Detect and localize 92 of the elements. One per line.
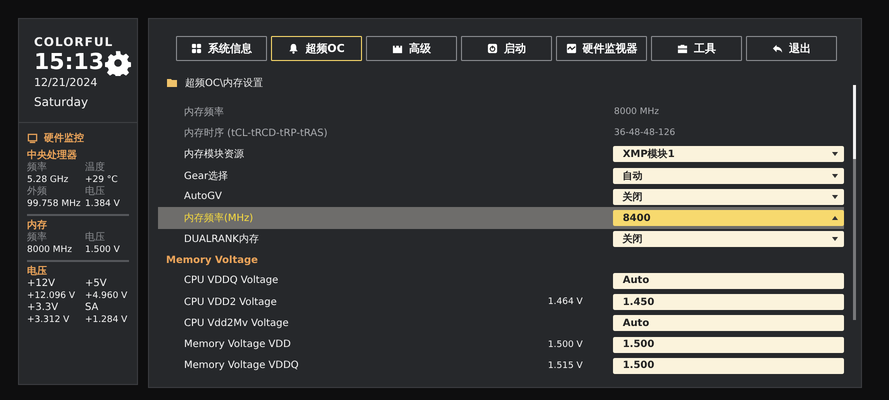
setting-label: AutoGV	[184, 191, 223, 202]
setting-label: 内存频率	[184, 106, 225, 119]
voltage-reading: 1.515 V	[548, 360, 583, 371]
caret-down-icon	[832, 152, 838, 156]
power-icon	[487, 43, 498, 54]
setting-row[interactable]: 内存频率(MHz) 8400	[158, 207, 844, 229]
voltage-reading: 1.500 V	[548, 340, 583, 350]
stat-value: 1.500 V	[85, 244, 121, 256]
setting-row[interactable]: DUALRANK内存 关闭	[158, 228, 844, 250]
group-title: 内存	[27, 219, 48, 232]
tab[interactable]: 超频OC	[271, 36, 362, 61]
dropdown[interactable]: 关闭	[612, 231, 844, 248]
dropdown[interactable]: 关闭	[612, 188, 844, 205]
input-field[interactable]: Auto	[612, 315, 844, 332]
tab[interactable]: 退出	[746, 36, 837, 61]
stat-label: +3.3V	[27, 302, 60, 314]
group-title: 中央处理器	[27, 149, 78, 162]
tab[interactable]: 系统信息	[176, 36, 267, 61]
setting-label: 内存时序 (tCL-tRCD-tRP-tRAS)	[184, 126, 328, 140]
voltage-reading: 1.464 V	[548, 297, 583, 308]
stat-value: 1.384 V	[85, 198, 121, 210]
stat-label: 频率	[27, 232, 48, 244]
tab[interactable]: 工具	[651, 36, 742, 61]
clock-time: 15:13	[34, 51, 104, 75]
setting-label: Memory Voltage VDDQ	[184, 360, 300, 372]
setting-label: CPU VDDQ Voltage	[184, 275, 280, 286]
stat-value: 99.758 MHz	[27, 198, 82, 210]
setting-label: DUALRANK内存	[184, 232, 260, 246]
tab[interactable]: 高级	[366, 36, 457, 61]
stat-label: 频率	[27, 162, 48, 174]
scrollbar-thumb[interactable]	[853, 85, 856, 159]
section-title: 硬件监控	[44, 132, 84, 145]
setting-row[interactable]: 内存模块资源 XMP模块1	[158, 144, 844, 165]
stat-value: +29 °C	[85, 174, 119, 186]
setting-row[interactable]: 内存频率 8000 MHz	[158, 101, 844, 122]
setting-label: CPU Vdd2Mv Voltage	[184, 318, 290, 329]
chart-icon	[566, 43, 576, 54]
setting-label: Memory Voltage VDD	[184, 339, 292, 350]
input-field[interactable]: 1.450	[612, 294, 844, 310]
setting-row[interactable]: CPU VDDQ Voltage Auto	[158, 270, 844, 292]
setting-value: 8000 MHz	[614, 106, 660, 117]
input-field[interactable]: 1.500	[612, 358, 844, 374]
stat-label: 电压	[85, 232, 106, 244]
tab[interactable]: 硬件监视器	[556, 36, 647, 61]
setting-row[interactable]: Memory Voltage VDD 1.500 V 1.500	[158, 334, 844, 356]
settings-icon[interactable]	[105, 50, 132, 76]
breadcrumb: 超频OC\内存设置	[185, 76, 264, 90]
stat-value: +4.960 V	[85, 290, 128, 302]
stat-value: +1.284 V	[85, 314, 128, 326]
setting-label: CPU VDD2 Voltage	[184, 296, 278, 308]
monitor-icon	[27, 132, 38, 144]
date-text: 12/21/2024	[34, 76, 98, 89]
stat-label: +12V	[27, 278, 56, 290]
input-field[interactable]: 1.500	[612, 336, 844, 353]
setting-row[interactable]: 内存时序 (tCL-tRCD-tRP-tRAS) 36-48-48-126	[158, 122, 844, 144]
caret-up-icon	[832, 216, 838, 220]
caret-down-icon	[832, 174, 838, 178]
group-title: 电压	[27, 265, 48, 278]
setting-value: 36-48-48-126	[614, 128, 676, 138]
stat-value: +12.096 V	[27, 290, 76, 302]
dropdown[interactable]: 8400	[612, 210, 844, 226]
bell-icon	[288, 43, 300, 54]
setting-row[interactable]: Gear选择 自动	[158, 164, 844, 186]
dropdown[interactable]: 自动	[612, 168, 844, 184]
setting-row[interactable]: CPU Vdd2Mv Voltage Auto	[158, 312, 844, 334]
setting-row[interactable]: CPU VDD2 Voltage 1.464 V 1.450	[158, 291, 844, 313]
brand-logo: COLORFUL	[34, 35, 114, 49]
setting-label: 内存频率(MHz)	[184, 212, 254, 226]
stat-value: 5.28 GHz	[27, 174, 70, 186]
stat-label: 温度	[85, 162, 106, 174]
stat-label: SA	[85, 302, 100, 314]
caret-down-icon	[832, 194, 838, 199]
stat-label: 电压	[85, 186, 106, 198]
back-arrow-icon	[772, 43, 783, 54]
stat-value: 8000 MHz	[27, 244, 74, 256]
grid-icon	[191, 43, 202, 54]
stat-label: 外频	[27, 186, 48, 198]
input-field[interactable]: Auto	[612, 272, 844, 289]
setting-row[interactable]: AutoGV 关闭	[158, 186, 844, 208]
folder-icon	[167, 79, 177, 87]
weekday-text: Saturday	[34, 95, 90, 109]
tab[interactable]: 启动	[461, 36, 552, 61]
stat-value: +3.312 V	[27, 314, 70, 326]
setting-label: 内存模块资源	[184, 148, 245, 162]
dropdown[interactable]: XMP模块1	[612, 146, 844, 162]
section-heading: Memory Voltage	[165, 254, 259, 268]
stat-label: +5V	[85, 278, 108, 290]
setting-label: Gear选择	[184, 170, 230, 183]
castle-icon	[392, 43, 403, 54]
toolbox-icon	[677, 43, 688, 54]
caret-down-icon	[832, 237, 838, 242]
setting-row[interactable]: Memory Voltage VDDQ 1.515 V 1.500	[158, 355, 844, 377]
